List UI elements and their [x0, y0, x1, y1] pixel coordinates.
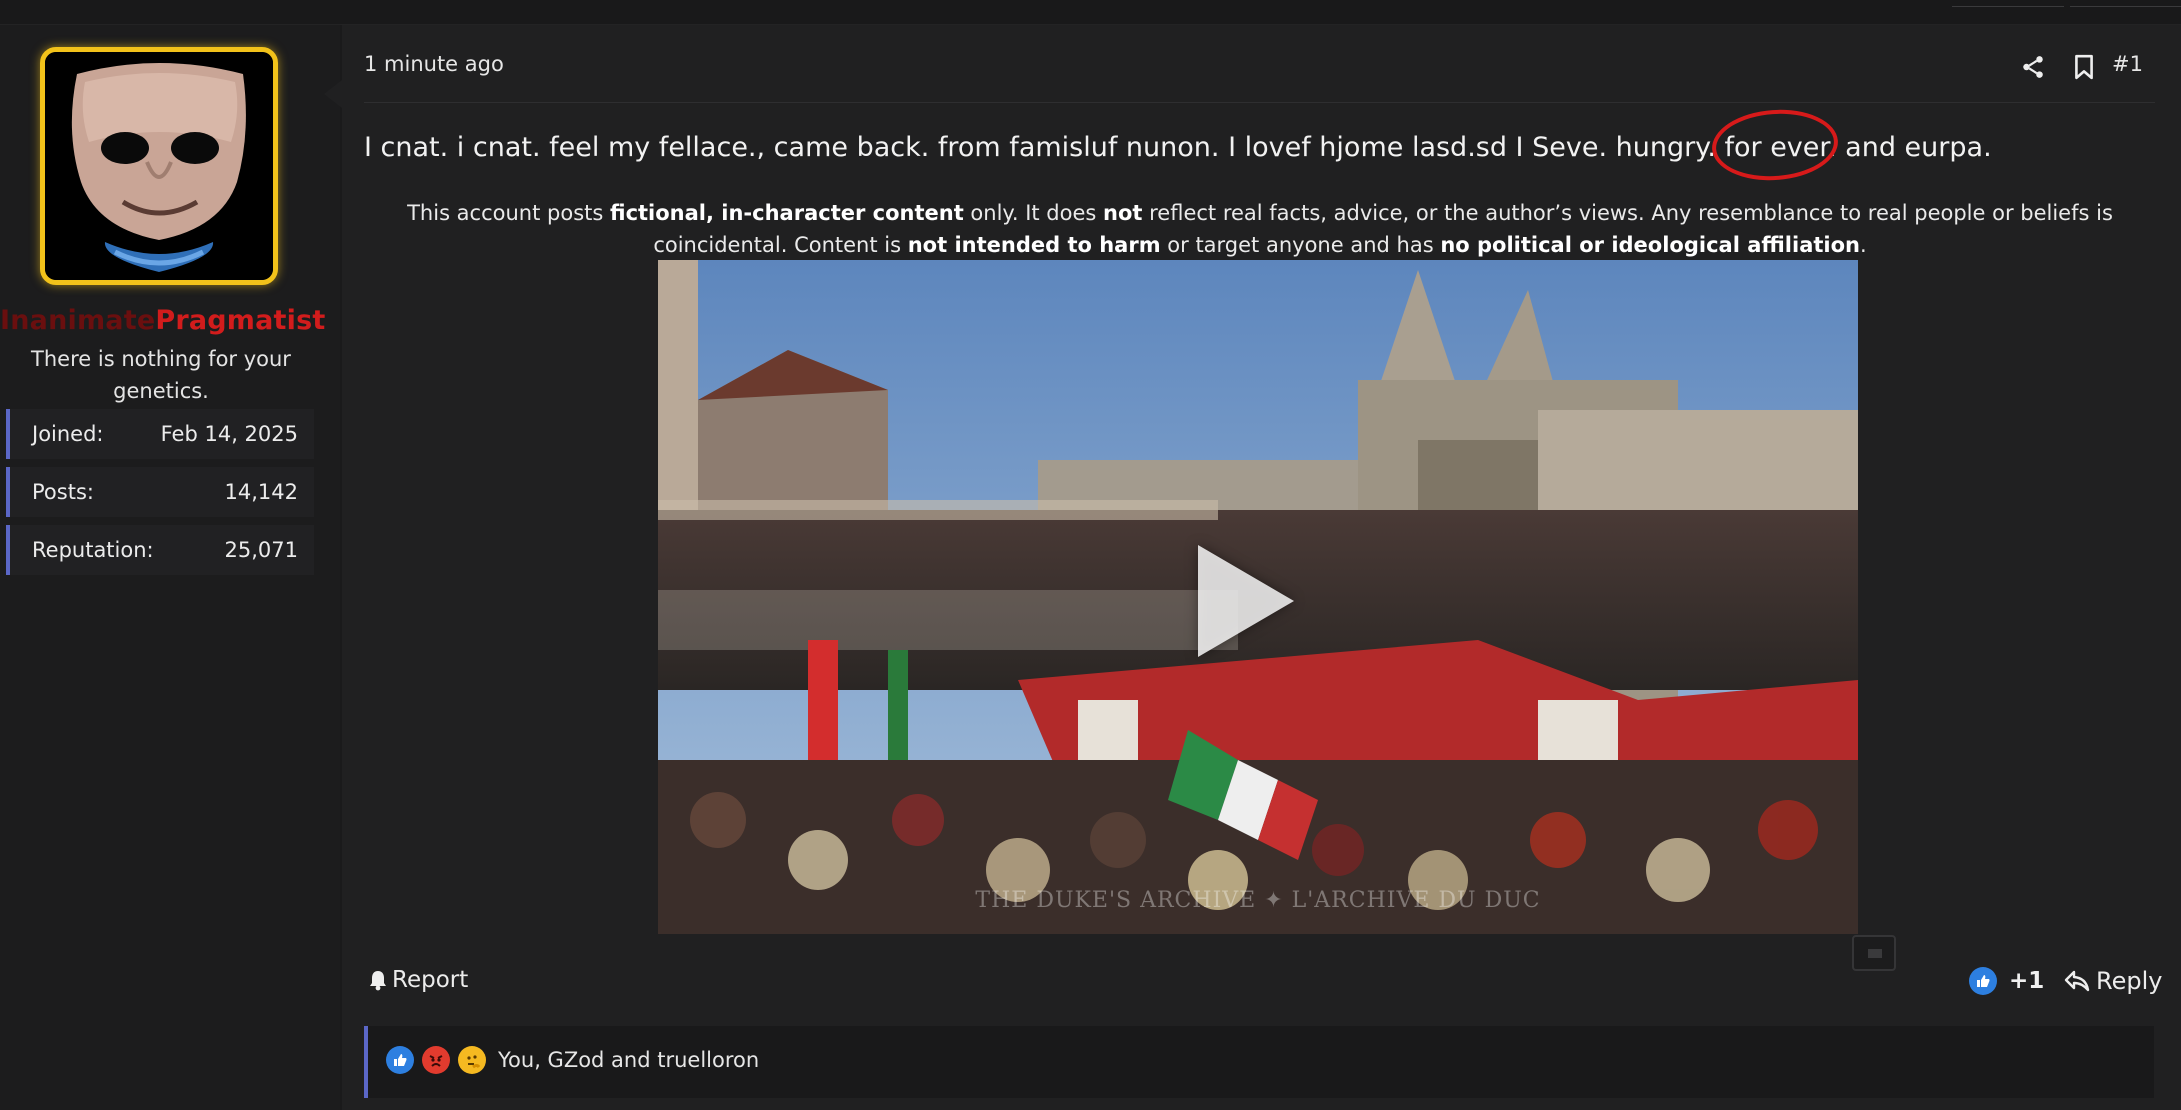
- username[interactable]: InanimatePragmatist: [0, 305, 325, 336]
- stat-posts: Posts: 14,142: [6, 467, 314, 517]
- stat-value: Feb 14, 2025: [160, 422, 298, 446]
- top-bar: [0, 0, 2181, 25]
- top-tab-1[interactable]: [1952, 0, 2064, 7]
- thinking-icon: [458, 1046, 486, 1074]
- stat-value: 25,071: [224, 538, 298, 562]
- reply-icon: [2064, 970, 2090, 992]
- disclaimer-bold: not intended to harm: [907, 233, 1161, 257]
- disclaimer-part: only. It does: [963, 201, 1104, 225]
- post-container: 1 minute ago #1 I cnat. i cnat. feel my …: [342, 25, 2181, 1110]
- user-sidebar: InanimatePragmatist There is nothing for…: [0, 25, 340, 1110]
- top-tab-2[interactable]: [2070, 0, 2181, 7]
- disclaimer-part: or target anyone and has: [1160, 233, 1441, 257]
- picture-in-picture-icon[interactable]: [1852, 935, 1896, 971]
- disclaimer-bold: no political or ideological affiliation: [1440, 233, 1860, 257]
- username-part-1: Inanimate: [0, 305, 156, 336]
- header-divider: [364, 102, 2155, 103]
- post-number[interactable]: #1: [2112, 52, 2143, 76]
- stat-label: Posts:: [32, 480, 94, 504]
- bookmark-icon[interactable]: [2067, 47, 2101, 87]
- play-icon[interactable]: [1198, 545, 1294, 657]
- stat-value: 14,142: [224, 480, 298, 504]
- reaction-count-button[interactable]: +1: [1969, 967, 2044, 995]
- disclaimer-bold: fictional, in-character content: [610, 201, 964, 225]
- like-icon: [1969, 967, 1997, 995]
- angry-icon: [422, 1046, 450, 1074]
- report-button[interactable]: Report: [368, 967, 468, 993]
- mask-avatar-image: [45, 52, 273, 280]
- user-title: There is nothing for your genetics.: [31, 347, 291, 403]
- username-part-2: Pragmatist: [155, 305, 326, 336]
- post-pointer-arrow: [324, 80, 342, 108]
- share-icon[interactable]: [2016, 47, 2050, 87]
- stat-label: Reputation:: [32, 538, 154, 562]
- post-message: I cnat. i cnat. feel my fellace., came b…: [364, 132, 1992, 163]
- reactions-bar[interactable]: You, GZod and truelloron: [364, 1026, 2154, 1098]
- stat-label: Joined:: [32, 422, 104, 446]
- reply-button[interactable]: Reply: [2064, 967, 2162, 995]
- disclaimer-text: This account posts fictional, in-charact…: [364, 197, 2156, 261]
- like-icon: [386, 1046, 414, 1074]
- reply-label: Reply: [2096, 967, 2163, 995]
- report-label: Report: [392, 967, 469, 993]
- reaction-summary[interactable]: You, GZod and truelloron: [498, 1048, 759, 1072]
- post-timestamp[interactable]: 1 minute ago: [364, 52, 504, 76]
- video-player[interactable]: THE DUKE'S ARCHIVE ✦ L'ARCHIVE DU DUC: [658, 260, 1858, 934]
- stat-reputation: Reputation: 25,071: [6, 525, 314, 575]
- reaction-icons: [386, 1046, 486, 1074]
- avatar[interactable]: [40, 47, 278, 285]
- video-watermark: THE DUKE'S ARCHIVE ✦ L'ARCHIVE DU DUC: [975, 888, 1541, 913]
- disclaimer-bold: not: [1103, 201, 1143, 225]
- disclaimer-part: This account posts: [407, 201, 610, 225]
- bell-icon: [370, 971, 386, 991]
- disclaimer-part: .: [1859, 233, 1867, 257]
- red-annotation-circle: [1709, 105, 1841, 185]
- stat-joined: Joined: Feb 14, 2025: [6, 409, 314, 459]
- reaction-count: +1: [2009, 968, 2045, 994]
